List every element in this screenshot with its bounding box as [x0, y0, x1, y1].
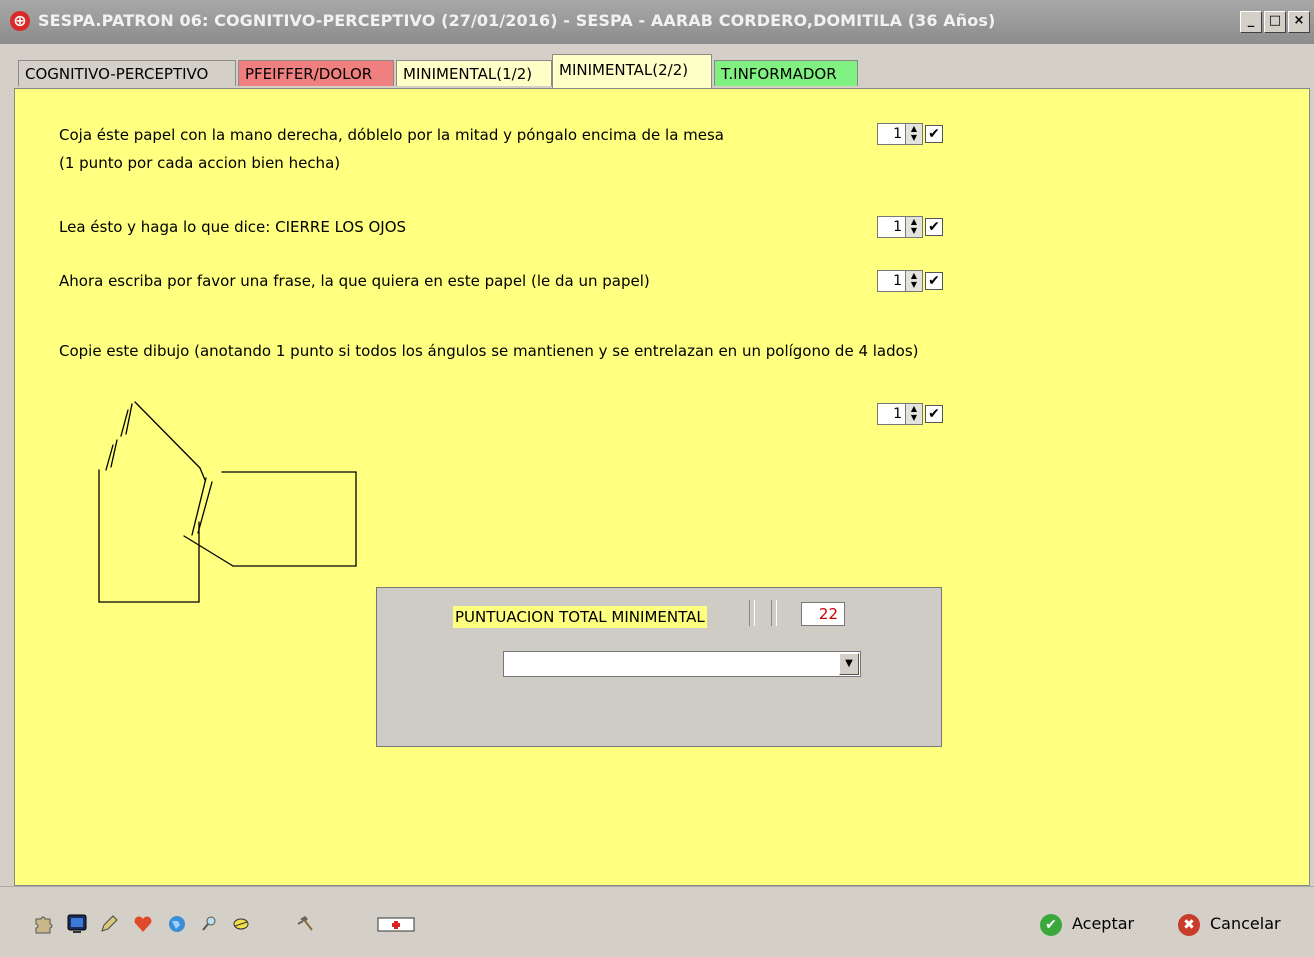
puzzle-icon[interactable] — [32, 913, 54, 935]
medical-card-icon[interactable] — [374, 913, 418, 935]
pill-icon[interactable] — [230, 913, 252, 935]
score-stepper-fold-paper[interactable]: 1 ▲ ▼ ✔ — [877, 123, 943, 147]
hammer-icon[interactable] — [294, 913, 316, 935]
total-score-box: PUNTUACION TOTAL MINIMENTAL 22 ▼ — [376, 587, 942, 747]
accept-button[interactable]: ✔ Aceptar — [1040, 911, 1134, 937]
close-button[interactable]: × — [1288, 11, 1310, 33]
accept-check-icon: ✔ — [1040, 913, 1062, 936]
question-copy-drawing: Copie este dibujo (anotando 1 punto si t… — [59, 342, 919, 360]
magnifier-icon[interactable] — [198, 913, 220, 935]
chevron-down-icon[interactable]: ▼ — [839, 653, 859, 675]
pentagon-drawing — [98, 401, 357, 603]
tab-minimental-1[interactable]: MINIMENTAL(1/2) — [396, 60, 552, 86]
stepper-value[interactable]: 1 — [877, 403, 905, 425]
globe-icon[interactable] — [166, 913, 188, 935]
checkbox-write-sentence[interactable]: ✔ — [925, 272, 943, 290]
cancel-button[interactable]: ✖ Cancelar — [1178, 911, 1281, 937]
tab-bar: COGNITIVO-PERCEPTIVO PFEIFFER/DOLOR MINI… — [0, 44, 1314, 90]
monitor-icon[interactable] — [66, 913, 88, 935]
accept-label: Aceptar — [1072, 914, 1135, 933]
app-icon: ⊕ — [10, 11, 30, 31]
question-fold-paper-note: (1 punto por cada accion bien hecha) — [59, 154, 341, 172]
checkbox-fold-paper[interactable]: ✔ — [925, 125, 943, 143]
tab-minimental-2[interactable]: MINIMENTAL(2/2) — [552, 54, 712, 90]
pencil-icon[interactable] — [98, 913, 120, 935]
window-title: SESPA.PATRON 06: COGNITIVO-PERCEPTIVO (2… — [38, 11, 996, 30]
total-score-label: PUNTUACION TOTAL MINIMENTAL — [453, 606, 707, 628]
heart-icon[interactable] — [132, 913, 154, 935]
cancel-x-icon: ✖ — [1178, 913, 1200, 936]
stepper-arrows-icon[interactable]: ▲ ▼ — [905, 216, 923, 238]
stepper-arrows-icon[interactable]: ▲ ▼ — [905, 270, 923, 292]
minimize-button[interactable]: _ — [1240, 11, 1262, 33]
tab-informador[interactable]: T.INFORMADOR — [714, 60, 858, 86]
stepper-arrows-icon[interactable]: ▲ ▼ — [905, 403, 923, 425]
maximize-button[interactable]: □ — [1264, 11, 1286, 33]
separator — [771, 600, 777, 626]
checkbox-copy-drawing[interactable]: ✔ — [925, 405, 943, 423]
tab-pfeiffer-dolor[interactable]: PFEIFFER/DOLOR — [238, 60, 394, 86]
score-stepper-copy-drawing[interactable]: 1 ▲ ▼ ✔ — [877, 403, 943, 427]
checkbox-close-eyes[interactable]: ✔ — [925, 218, 943, 236]
separator — [749, 600, 755, 626]
score-stepper-close-eyes[interactable]: 1 ▲ ▼ ✔ — [877, 216, 943, 240]
stepper-value[interactable]: 1 — [877, 270, 905, 292]
stepper-value[interactable]: 1 — [877, 123, 905, 145]
cancel-label: Cancelar — [1210, 914, 1281, 933]
stepper-value[interactable]: 1 — [877, 216, 905, 238]
question-write-sentence: Ahora escriba por favor una frase, la qu… — [59, 272, 650, 290]
tab-cognitivo-perceptivo[interactable]: COGNITIVO-PERCEPTIVO — [18, 60, 236, 86]
score-stepper-write-sentence[interactable]: 1 ▲ ▼ ✔ — [877, 270, 943, 294]
stepper-arrows-icon[interactable]: ▲ ▼ — [905, 123, 923, 145]
question-fold-paper: Coja éste papel con la mano derecha, dób… — [59, 126, 725, 144]
result-dropdown[interactable]: ▼ — [503, 651, 861, 677]
total-score-value: 22 — [801, 602, 845, 626]
title-bar: ⊕ SESPA.PATRON 06: COGNITIVO-PERCEPTIVO … — [0, 0, 1314, 44]
question-close-eyes: Lea ésto y haga lo que dice: CIERRE LOS … — [59, 218, 407, 236]
bottom-toolbar: ✔ Aceptar ✖ Cancelar — [0, 886, 1314, 957]
